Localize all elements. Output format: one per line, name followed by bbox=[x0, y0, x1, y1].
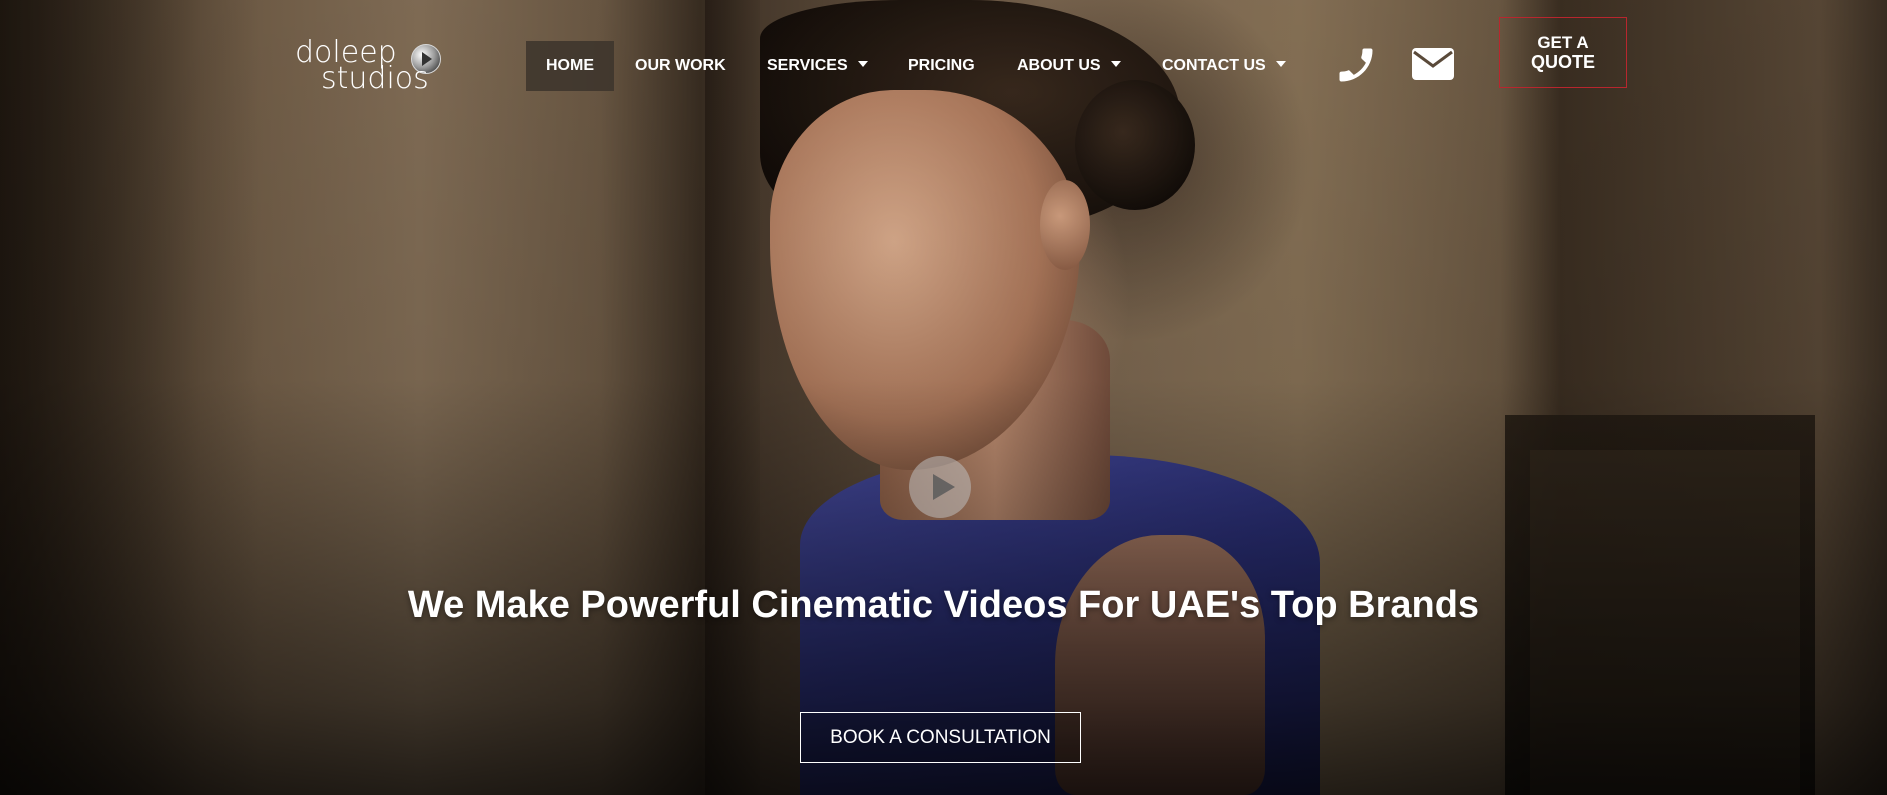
nav-item-about-us[interactable]: ABOUT US bbox=[1017, 41, 1121, 91]
nav-item-home[interactable]: HOME bbox=[526, 41, 614, 91]
site-logo[interactable]: doleep studios bbox=[295, 38, 455, 98]
nav-item-label: SERVICES bbox=[767, 57, 848, 74]
nav-item-pricing[interactable]: PRICING bbox=[908, 41, 975, 91]
phone-icon[interactable] bbox=[1334, 43, 1378, 87]
play-icon bbox=[933, 474, 955, 500]
chevron-down-icon bbox=[1110, 60, 1121, 67]
hero-overlay bbox=[0, 0, 1887, 795]
nav-item-services[interactable]: SERVICES bbox=[767, 41, 868, 91]
get-quote-button[interactable]: GET A QUOTE bbox=[1499, 17, 1627, 88]
chevron-down-icon bbox=[857, 60, 868, 67]
nav-item-contact-us[interactable]: CONTACT US bbox=[1162, 41, 1286, 91]
hero-headline: We Make Powerful Cinematic Videos For UA… bbox=[407, 584, 1480, 626]
book-consultation-button[interactable]: BOOK A CONSULTATION bbox=[800, 712, 1081, 763]
envelope-icon[interactable] bbox=[1411, 47, 1455, 81]
nav-item-label: OUR WORK bbox=[635, 57, 726, 74]
quote-line1: GET A bbox=[1537, 33, 1589, 52]
video-play-button[interactable] bbox=[909, 456, 971, 518]
nav-item-label: HOME bbox=[546, 57, 594, 74]
chevron-down-icon bbox=[1275, 60, 1286, 67]
nav-item-label: CONTACT US bbox=[1162, 57, 1266, 74]
hero-section: doleep studios HOME OUR WORK SERVICES PR… bbox=[0, 0, 1887, 795]
nav-item-our-work[interactable]: OUR WORK bbox=[635, 41, 726, 91]
nav-item-label: PRICING bbox=[908, 57, 975, 74]
logo-text-line2: studios bbox=[321, 61, 429, 96]
quote-line2: QUOTE bbox=[1530, 52, 1595, 72]
nav-item-label: ABOUT US bbox=[1017, 57, 1101, 74]
